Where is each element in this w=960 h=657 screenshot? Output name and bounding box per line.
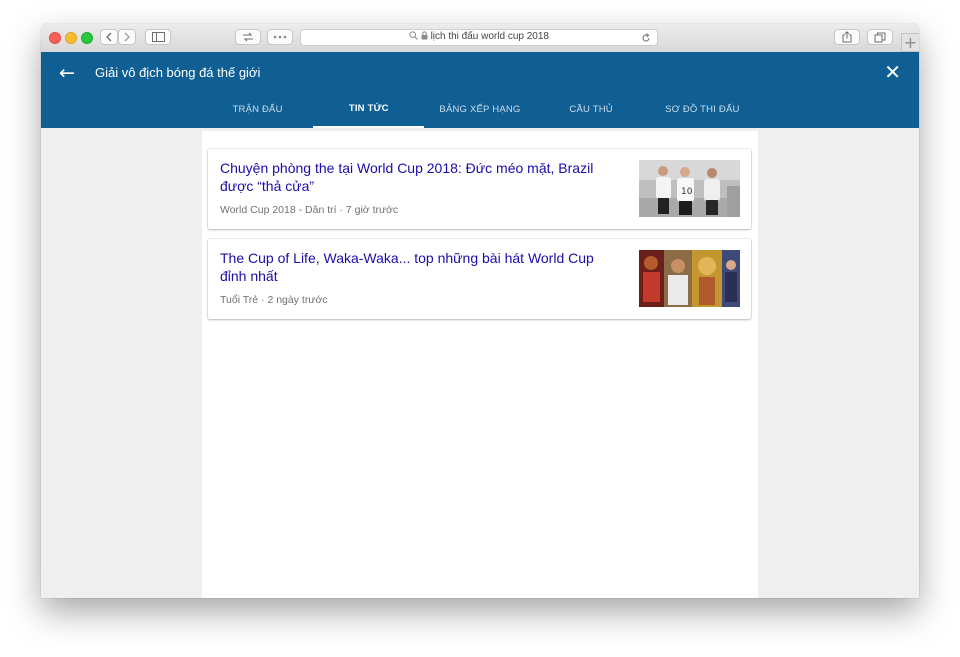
chevron-left-icon xyxy=(106,32,112,42)
tab-overview-icon xyxy=(874,32,886,42)
tab-matches[interactable]: TRẬN ĐẤU xyxy=(202,92,313,128)
close-icon[interactable]: ✕ xyxy=(884,62,901,82)
news-thumbnail[interactable]: 10 xyxy=(639,160,740,217)
address-text: lịch thi đấu world cup 2018 xyxy=(430,31,549,42)
more-icon xyxy=(273,35,287,39)
tab-overview-button[interactable] xyxy=(867,29,893,45)
app-header: ← Giải vô địch bóng đá thế giới ✕ TRẬN Đ… xyxy=(41,52,919,128)
svg-text:10: 10 xyxy=(681,187,693,197)
close-window-button[interactable] xyxy=(49,32,61,44)
news-meta: Tuổi Trẻ · 2 ngày trước xyxy=(220,294,328,306)
singers-collage-photo xyxy=(639,250,740,307)
news-meta: World Cup 2018 - Dân trí · 7 giờ trước xyxy=(220,204,399,216)
tab-bracket[interactable]: SƠ ĐỒ THI ĐẤU xyxy=(647,92,758,128)
news-title[interactable]: Chuyện phòng the tại World Cup 2018: Đức… xyxy=(220,159,620,195)
browser-back-button[interactable] xyxy=(100,29,118,45)
tabs-icon xyxy=(243,32,253,42)
address-bar[interactable]: lịch thi đấu world cup 2018 xyxy=(300,29,658,46)
reload-icon[interactable] xyxy=(641,33,651,43)
plus-icon[interactable]: + xyxy=(901,33,919,52)
news-feed: Chuyện phòng the tại World Cup 2018: Đức… xyxy=(202,131,758,598)
news-card[interactable]: Chuyện phòng the tại World Cup 2018: Đức… xyxy=(208,149,751,229)
sidebar-icon xyxy=(151,32,165,42)
browser-window: lịch thi đấu world cup 2018 + ← Giải vô … xyxy=(41,24,919,598)
back-arrow-icon[interactable]: ← xyxy=(59,63,75,83)
tab-switcher-button[interactable] xyxy=(235,29,261,45)
minimize-window-button[interactable] xyxy=(65,32,77,44)
more-button[interactable] xyxy=(267,29,293,45)
browser-toolbar: lịch thi đấu world cup 2018 + xyxy=(41,24,919,53)
chevron-right-icon xyxy=(124,32,130,42)
tab-news[interactable]: TIN TỨC xyxy=(313,92,425,128)
players-photo: 10 xyxy=(639,160,740,217)
browser-forward-button[interactable] xyxy=(118,29,136,45)
share-button[interactable] xyxy=(834,29,860,45)
tab-bar: TRẬN ĐẤU TIN TỨC BẢNG XẾP HẠNG CẦU THỦ S… xyxy=(202,92,758,128)
news-card[interactable]: The Cup of Life, Waka-Waka... top những … xyxy=(208,239,751,319)
tab-standings[interactable]: BẢNG XẾP HẠNG xyxy=(424,92,535,128)
tab-players[interactable]: CẦU THỦ xyxy=(536,92,647,128)
zoom-window-button[interactable] xyxy=(81,32,93,44)
news-title[interactable]: The Cup of Life, Waka-Waka... top những … xyxy=(220,249,620,285)
page-title: Giải vô địch bóng đá thế giới xyxy=(95,65,261,80)
news-thumbnail[interactable] xyxy=(639,250,740,307)
sidebar-button[interactable] xyxy=(145,29,171,45)
share-icon xyxy=(842,31,852,43)
lock-icon xyxy=(421,31,428,40)
search-icon xyxy=(409,31,418,40)
address-text-row: lịch thi đấu world cup 2018 xyxy=(301,31,657,42)
